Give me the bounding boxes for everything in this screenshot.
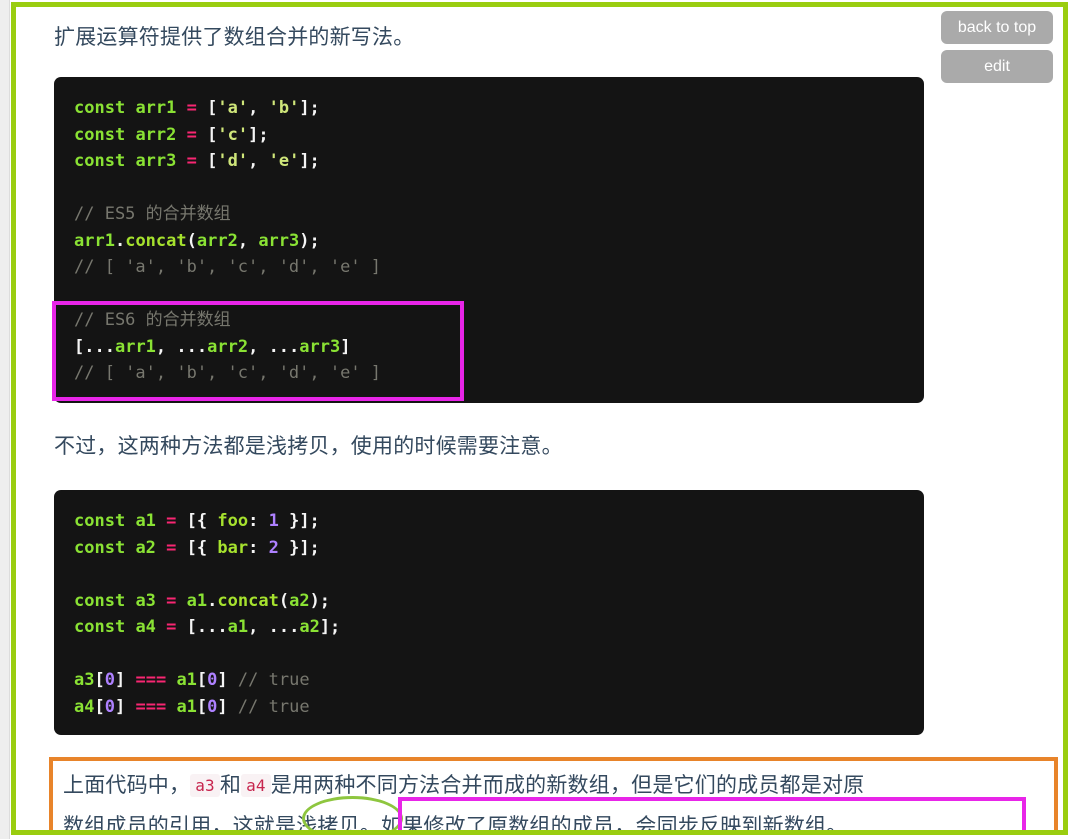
code-line: const arr3 = ['d', 'e']; — [74, 151, 320, 171]
code-line: // ES5 的合并数组 — [74, 204, 231, 224]
code-line: a3[0] === a1[0] // true — [74, 670, 310, 690]
inline-code-a3: a3 — [190, 774, 220, 797]
code-line: const a4 = [...a1, ...a2]; — [74, 617, 341, 637]
code-line: const a2 = [{ bar: 2 }]; — [74, 537, 320, 558]
note-line2-boxed-text: 如果修改了原数组的成员，会同步反映到新数组 — [381, 814, 827, 830]
left-gutter — [0, 0, 10, 839]
note-line-2: 数组成员的引用，这就是浅拷贝。如果修改了原数组的成员，会同步反映到新数组。 — [63, 806, 1044, 830]
note-line2-seg-end: 。 — [826, 814, 848, 830]
back-to-top-button[interactable]: back to top — [941, 11, 1053, 45]
note-line2-circled-text: 浅拷贝。 — [296, 814, 382, 830]
note-line-1: 上面代码中， a3 和 a4 是用两种不同方法合并而成的新数组，但是它们的成员都是对原 — [63, 765, 1044, 806]
note-line1-seg2: 和 — [219, 773, 242, 797]
inline-code-a4: a4 — [241, 774, 271, 797]
article-content: 扩展运算符提供了数组合并的新写法。 const arr1 = ['a', 'b'… — [16, 7, 1063, 830]
code-line: // [ 'a', 'b', 'c', 'd', 'e' ] — [74, 257, 382, 277]
note-line1-seg1: 上面代码中， — [63, 773, 191, 797]
code-block-array-merge[interactable]: const arr1 = ['a', 'b']; const arr2 = ['c… — [54, 77, 924, 403]
code-line: [...arr1, ...arr2, ...arr3] — [74, 336, 351, 357]
annotation-orange-box-note: 上面代码中， a3 和 a4 是用两种不同方法合并而成的新数组，但是它们的成员都是对原 … — [49, 757, 1058, 830]
code-line: // [ 'a', 'b', 'c', 'd', 'e' ] — [74, 363, 382, 383]
code-line: arr1.concat(arr2, arr3); — [74, 230, 320, 251]
code-line: const a3 = a1.concat(a2); — [74, 590, 331, 611]
page-root: 扩展运算符提供了数组合并的新写法。 const arr1 = ['a', 'b'… — [0, 0, 1072, 839]
code-line: // ES6 的合并数组 — [74, 310, 231, 330]
code-block-shallow-copy-demo[interactable]: const a1 = [{ foo: 1 }]; const a2 = [{ ba… — [54, 490, 924, 735]
code-line: a4[0] === a1[0] // true — [74, 696, 310, 717]
edit-button[interactable]: edit — [941, 50, 1053, 84]
floating-action-buttons: back to top edit — [941, 11, 1053, 84]
note-line2-seg1: 数组成员的引用，这就是 — [63, 814, 297, 830]
code-line: const arr1 = ['a', 'b']; — [74, 98, 320, 118]
paragraph-shallow-copy-note: 不过，这两种方法都是浅拷贝，使用的时候需要注意。 — [54, 434, 563, 458]
code-line: const arr2 = ['c']; — [74, 124, 269, 145]
paragraph-intro: 扩展运算符提供了数组合并的新写法。 — [54, 25, 415, 49]
note-line1-seg3: 是用两种不同方法合并而成的新数组，但是它们的成员都是对原 — [270, 773, 865, 797]
code-line: const a1 = [{ foo: 1 }]; — [74, 511, 320, 531]
